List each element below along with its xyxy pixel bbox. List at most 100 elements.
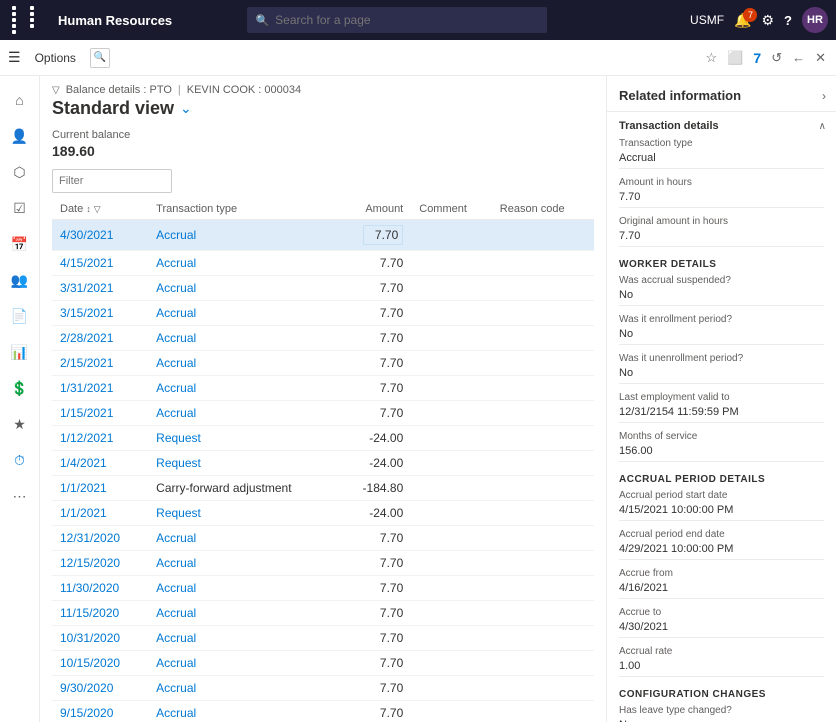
cell-date[interactable]: 2/28/2021 bbox=[52, 326, 148, 351]
search-input[interactable] bbox=[275, 13, 539, 27]
table-row[interactable]: 11/15/2020 Accrual 7.70 bbox=[52, 601, 594, 626]
close-icon[interactable]: ✕ bbox=[813, 48, 828, 68]
table-row[interactable]: 1/1/2021 Request -24.00 bbox=[52, 501, 594, 526]
filter-input[interactable] bbox=[52, 169, 172, 193]
table-row[interactable]: 1/15/2021 Accrual 7.70 bbox=[52, 401, 594, 426]
sidebar-item-more[interactable]: ⋯ bbox=[4, 480, 36, 512]
cell-type[interactable]: Accrual bbox=[148, 251, 339, 276]
cell-date[interactable]: 10/31/2020 bbox=[52, 626, 148, 651]
cell-type[interactable]: Accrual bbox=[148, 401, 339, 426]
view-chevron-icon[interactable]: ⌄ bbox=[180, 100, 192, 117]
cell-date[interactable]: 4/15/2021 bbox=[52, 251, 148, 276]
cell-date[interactable]: 11/15/2020 bbox=[52, 601, 148, 626]
cell-type[interactable]: Accrual bbox=[148, 276, 339, 301]
favorite-icon[interactable]: ☆ bbox=[704, 48, 720, 68]
table-row[interactable]: 2/15/2021 Accrual 7.70 bbox=[52, 351, 594, 376]
table-row[interactable]: 1/4/2021 Request -24.00 bbox=[52, 451, 594, 476]
cell-type[interactable]: Accrual bbox=[148, 526, 339, 551]
table-row[interactable]: 3/31/2021 Accrual 7.70 bbox=[52, 276, 594, 301]
cell-type[interactable]: Accrual bbox=[148, 601, 339, 626]
table-row[interactable]: 1/1/2021 Carry-forward adjustment -184.8… bbox=[52, 476, 594, 501]
cell-type[interactable]: Accrual bbox=[148, 551, 339, 576]
nav-action-icons: ☆ ⬜ 7 ↺ ← ✕ bbox=[704, 48, 828, 68]
sidebar-item-documents[interactable]: 📄 bbox=[4, 300, 36, 332]
sidebar-item-home[interactable]: ⌂ bbox=[4, 84, 36, 116]
table-row[interactable]: 9/30/2020 Accrual 7.70 bbox=[52, 676, 594, 701]
cell-date[interactable]: 2/15/2021 bbox=[52, 351, 148, 376]
cell-date[interactable]: 1/4/2021 bbox=[52, 451, 148, 476]
sidebar-item-compensation[interactable]: 💲 bbox=[4, 372, 36, 404]
cell-amount: 7.70 bbox=[340, 576, 412, 601]
cell-type[interactable]: Accrual bbox=[148, 576, 339, 601]
cell-type[interactable]: Accrual bbox=[148, 351, 339, 376]
cell-date[interactable]: 1/1/2021 bbox=[52, 501, 148, 526]
app-grid-icon[interactable] bbox=[8, 2, 50, 38]
table-row[interactable]: 10/15/2020 Accrual 7.70 bbox=[52, 651, 594, 676]
cell-date[interactable]: 10/15/2020 bbox=[52, 651, 148, 676]
cell-type[interactable]: Accrual bbox=[148, 651, 339, 676]
table-row[interactable]: 9/15/2020 Accrual 7.70 bbox=[52, 701, 594, 722]
cell-amount: -184.80 bbox=[340, 476, 412, 501]
cell-date[interactable]: 9/15/2020 bbox=[52, 701, 148, 722]
sidebar-item-org[interactable]: ⬡ bbox=[4, 156, 36, 188]
back-icon[interactable]: ← bbox=[790, 48, 807, 67]
panel-close-icon[interactable]: › bbox=[822, 89, 826, 103]
cell-date[interactable]: 1/1/2021 bbox=[52, 476, 148, 501]
cell-date[interactable]: 1/15/2021 bbox=[52, 401, 148, 426]
cell-date[interactable]: 12/15/2020 bbox=[52, 551, 148, 576]
cell-type[interactable]: Request bbox=[148, 501, 339, 526]
cell-type[interactable]: Request bbox=[148, 426, 339, 451]
table-row[interactable]: 1/31/2021 Accrual 7.70 bbox=[52, 376, 594, 401]
sidebar-item-leave[interactable]: ⏱ bbox=[4, 444, 36, 476]
global-search-box[interactable]: 🔍 bbox=[247, 7, 547, 33]
sidebar-item-calendar[interactable]: 📅 bbox=[4, 228, 36, 260]
sidebar-item-tasks[interactable]: ☑ bbox=[4, 192, 36, 224]
table-row[interactable]: 2/28/2021 Accrual 7.70 bbox=[52, 326, 594, 351]
sidebar-item-teams[interactable]: 👥 bbox=[4, 264, 36, 296]
cell-date[interactable]: 4/30/2021 bbox=[52, 220, 148, 251]
table-row[interactable]: 12/15/2020 Accrual 7.70 bbox=[52, 551, 594, 576]
table-row[interactable]: 4/30/2021 Accrual 7.70 bbox=[52, 220, 594, 251]
table-container[interactable]: Date ↕ ▽ Transaction type Amount Comment… bbox=[40, 199, 606, 722]
cell-type[interactable]: Accrual bbox=[148, 220, 339, 251]
cell-type[interactable]: Accrual bbox=[148, 301, 339, 326]
cell-reason bbox=[492, 676, 594, 701]
table-row[interactable]: 3/15/2021 Accrual 7.70 bbox=[52, 301, 594, 326]
section-collapse-icon[interactable]: ∧ bbox=[819, 121, 826, 132]
sidebar-item-benefits[interactable]: ★ bbox=[4, 408, 36, 440]
cell-date[interactable]: 1/31/2021 bbox=[52, 376, 148, 401]
options-button[interactable]: Options bbox=[29, 47, 82, 69]
cell-type[interactable]: Accrual bbox=[148, 376, 339, 401]
notification-icon[interactable]: 7 bbox=[751, 48, 763, 68]
cell-type[interactable]: Request bbox=[148, 451, 339, 476]
cell-date[interactable]: 12/31/2020 bbox=[52, 526, 148, 551]
cell-reason bbox=[492, 626, 594, 651]
leave-type-changed-value: No bbox=[619, 717, 824, 722]
table-row[interactable]: 12/31/2020 Accrual 7.70 bbox=[52, 526, 594, 551]
help-icon[interactable]: ? bbox=[784, 13, 792, 28]
cell-type[interactable]: Accrual bbox=[148, 326, 339, 351]
table-row[interactable]: 4/15/2021 Accrual 7.70 bbox=[52, 251, 594, 276]
cell-type[interactable]: Accrual bbox=[148, 626, 339, 651]
table-row[interactable]: 1/12/2021 Request -24.00 bbox=[52, 426, 594, 451]
cell-date[interactable]: 11/30/2020 bbox=[52, 576, 148, 601]
cell-date[interactable]: 9/30/2020 bbox=[52, 676, 148, 701]
hamburger-icon[interactable]: ☰ bbox=[8, 49, 21, 66]
sidebar-item-analytics[interactable]: 📊 bbox=[4, 336, 36, 368]
table-row[interactable]: 11/30/2020 Accrual 7.70 bbox=[52, 576, 594, 601]
cell-date[interactable]: 3/15/2021 bbox=[52, 301, 148, 326]
table-row[interactable]: 10/31/2020 Accrual 7.70 bbox=[52, 626, 594, 651]
share-icon[interactable]: ⬜ bbox=[725, 48, 745, 68]
sidebar-item-worker[interactable]: 👤 bbox=[4, 120, 36, 152]
cell-date[interactable]: 3/31/2021 bbox=[52, 276, 148, 301]
notification-badge[interactable]: 🔔 7 bbox=[734, 12, 751, 29]
refresh-icon[interactable]: ↺ bbox=[769, 48, 784, 68]
cell-type[interactable]: Carry-forward adjustment bbox=[148, 476, 339, 501]
nav-search-icon[interactable]: 🔍 bbox=[90, 48, 110, 68]
cell-date[interactable]: 1/12/2021 bbox=[52, 426, 148, 451]
avatar[interactable]: HR bbox=[802, 7, 828, 33]
cell-amount: 7.70 bbox=[340, 626, 412, 651]
cell-type[interactable]: Accrual bbox=[148, 676, 339, 701]
settings-icon[interactable]: ⚙ bbox=[761, 12, 774, 29]
cell-type[interactable]: Accrual bbox=[148, 701, 339, 722]
